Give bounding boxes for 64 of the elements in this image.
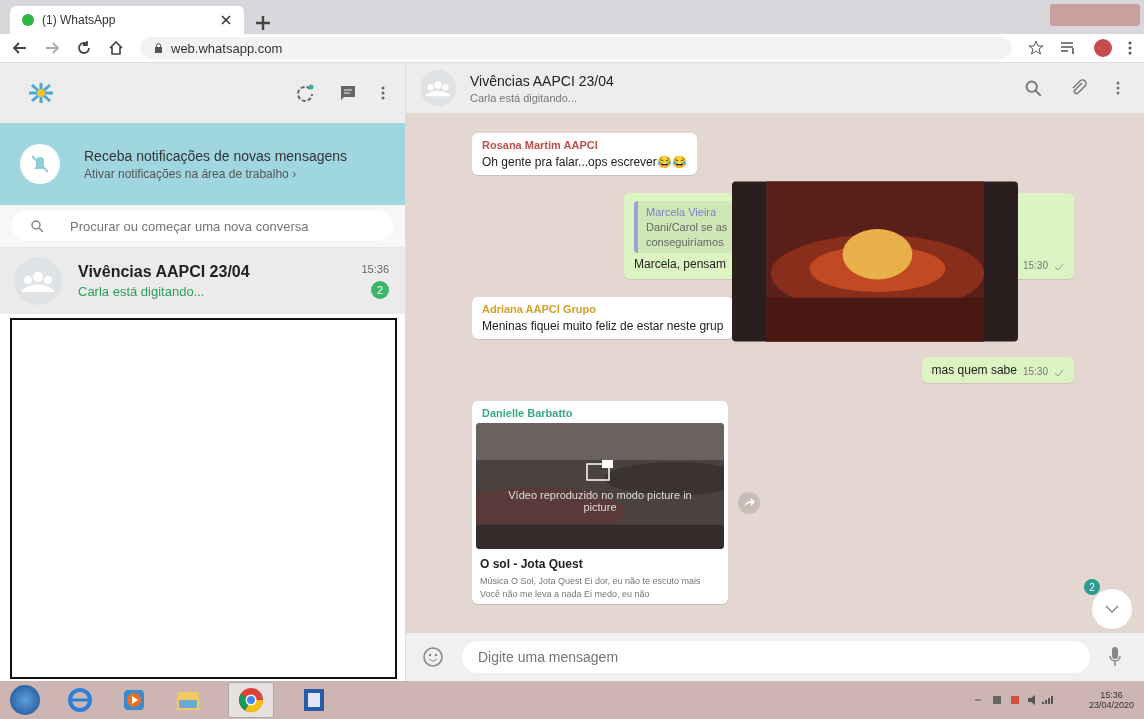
avatar[interactable] — [1094, 39, 1112, 57]
search-icon — [30, 219, 44, 233]
search-field[interactable]: Procurar ou começar uma nova conversa — [12, 211, 393, 241]
sender-name: Rosana Martim AAPCI — [482, 139, 599, 151]
chat-icon[interactable] — [339, 84, 357, 102]
video-overlay-text: Vídeo reproduzido no modo picture in picture — [507, 489, 693, 513]
menu-icon[interactable] — [1128, 40, 1132, 56]
close-icon[interactable] — [220, 14, 232, 26]
message-text: mas quem sabe — [931, 363, 1017, 377]
microphone-icon[interactable] — [1108, 646, 1122, 668]
clock-date: 23/04/2020 — [1088, 700, 1134, 710]
back-icon[interactable] — [12, 40, 28, 56]
message-field[interactable]: Digite uma mensagem — [462, 641, 1090, 673]
sender-name: Danielle Barbatto — [481, 407, 574, 419]
link-title[interactable]: O sol - Jota Quest — [476, 553, 724, 571]
forward-icon[interactable] — [44, 40, 60, 56]
tab-title: (1) WhatsApp — [42, 13, 117, 27]
home-icon[interactable] — [108, 40, 124, 56]
check-icon — [1054, 369, 1064, 377]
group-avatar-icon — [14, 257, 62, 305]
group-avatar-icon — [420, 70, 456, 106]
message-time: 15:30 — [1022, 260, 1048, 271]
chat-name: Vivências AAPCI 23/04 — [78, 263, 250, 281]
message-text: Marcela, pensam — [634, 257, 727, 271]
sender-name: Adriana AAPCI Grupo — [482, 303, 597, 315]
star-icon[interactable] — [1028, 40, 1044, 56]
whatsapp-icon — [22, 14, 34, 26]
paperclip-icon[interactable] — [1070, 79, 1088, 97]
chevron-down-icon — [1105, 605, 1119, 613]
search-icon[interactable] — [1024, 79, 1042, 97]
link-description: Música O Sol, Jota Quest Ei dor, eu não te escuto mais Você não me leva a nada Ei medo, eu não — [479, 575, 702, 601]
menu-icon[interactable] — [381, 85, 385, 101]
message-text: Meninas fiquei muito feliz de estar neste grup — [482, 319, 724, 333]
unread-badge: 2 — [1084, 579, 1100, 595]
browser-tab[interactable]: (1) WhatsApp — [10, 6, 244, 34]
quote-text: conseguiríamos — [646, 236, 725, 248]
check-icon — [1054, 263, 1064, 271]
notification-title: Receba notificações de novas mensagens — [84, 147, 348, 164]
lock-icon — [154, 43, 163, 53]
chat-item[interactable]: Vivências AAPCI 23/04 Carla está digitando... 15:36 2 — [0, 248, 405, 314]
quote-sender: Marcela Vieira — [646, 206, 718, 218]
picture-in-picture-icon — [586, 459, 614, 481]
notification-banner[interactable]: Receba notificações de novas mensagens Ativar notificações na área de trabalho › — [0, 123, 405, 205]
message-time: 15:30 — [1022, 366, 1048, 377]
taskbar-button[interactable] — [228, 682, 274, 718]
status-icon[interactable] — [295, 83, 315, 103]
browser-e-icon[interactable] — [66, 686, 94, 714]
menu-icon[interactable] — [1116, 80, 1120, 96]
clock-time: 15:36 — [1100, 690, 1123, 700]
reload-icon[interactable] — [76, 40, 92, 56]
scroll-down-button[interactable] — [1092, 589, 1132, 629]
start-button[interactable] — [10, 685, 40, 715]
message-text: Oh gente pra falar...ops escrever😂😂 — [482, 155, 687, 169]
bell-icon — [20, 144, 60, 184]
typing-status: Carla está digitando... — [470, 91, 578, 104]
emoji-icon[interactable] — [422, 646, 444, 668]
address-field[interactable]: web.whatsapp.com — [140, 37, 1012, 59]
quote-text: Dani/Carol se as — [646, 221, 728, 233]
notification-link[interactable]: Ativar notificações na área de trabalho › — [84, 166, 348, 181]
typing-status: Carla está digitando... — [78, 284, 206, 299]
chat-time: 15:36 — [361, 263, 389, 275]
conversation-title: Vivências AAPCI 23/04 — [470, 72, 614, 89]
chrome-icon — [237, 686, 265, 714]
unread-badge: 2 — [371, 281, 389, 299]
